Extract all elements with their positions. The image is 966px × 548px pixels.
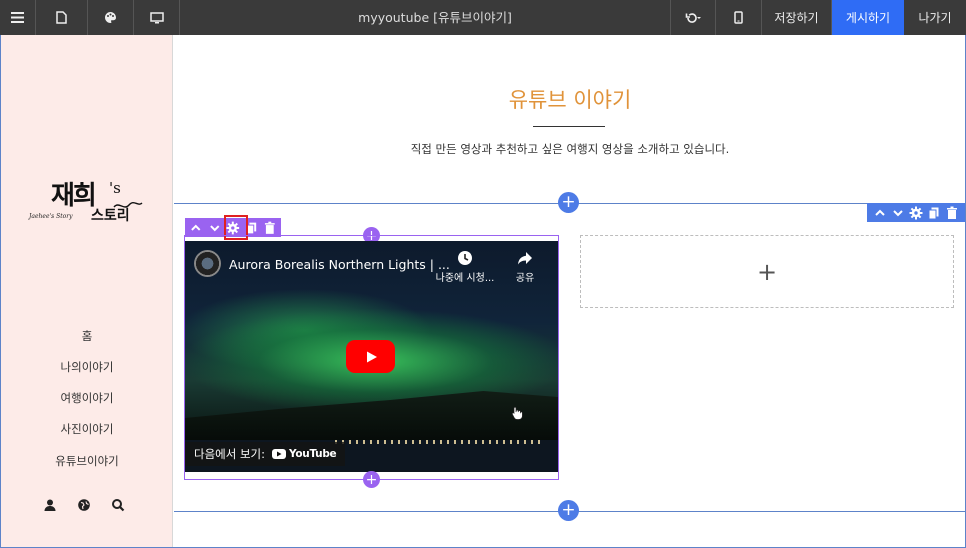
chevron-down-icon[interactable] [890,205,906,221]
desktop-preview-button[interactable] [134,0,180,35]
gear-icon[interactable] [908,205,924,221]
plus-icon: + [561,500,576,520]
plus-icon: + [561,192,576,212]
page-description: 직접 만든 영상과 추천하고 싶은 여행지 영상을 소개하고 있습니다. [410,142,730,156]
user-icon[interactable] [43,498,57,512]
nav-item-travel-story[interactable]: 여행이야기 [1,390,173,406]
share-label: 공유 [515,273,535,284]
watch-on-label: 다음에서 보기: [194,447,266,461]
mobile-preview-button[interactable] [716,0,762,35]
hamburger-icon [11,12,24,23]
hand-cursor-icon [511,406,523,420]
logo-script-text: Jaehee's Story [29,213,73,220]
editor-topbar: myyoutube [유튜브이야기] 저장하기 게시하기 나가기 [0,0,966,35]
youtube-logo: YouTube [272,448,337,460]
play-icon [366,351,377,362]
add-section-button-bottom[interactable]: + [558,500,579,521]
clock-icon [458,251,472,265]
row-toolbar [867,203,965,222]
logo-suffix-text: 's [109,179,121,197]
video-title[interactable]: Aurora Borealis Northern Lights | ... [229,257,450,272]
palette-icon [105,12,116,23]
watch-on-youtube-bar[interactable]: 다음에서 보기: YouTube [185,442,346,466]
page-button[interactable] [36,0,88,35]
youtube-wordmark: YouTube [289,448,337,460]
nav-item-photo-story[interactable]: 사진이야기 [1,421,173,437]
play-button[interactable] [346,340,395,373]
share-icon [518,252,532,265]
chevron-up-icon[interactable] [872,205,888,221]
trash-icon[interactable] [262,220,278,236]
theme-button[interactable] [88,0,134,35]
page-title: 유튜브 이야기 [508,88,632,112]
youtube-video-embed[interactable]: Aurora Borealis Northern Lights | ... 나중… [185,241,558,472]
monitor-icon [149,11,164,23]
undo-icon [685,12,701,23]
add-element-label: + [756,257,778,286]
plus-icon: + [365,471,378,488]
menu-button[interactable] [0,0,36,35]
nav-item-home[interactable]: 홈 [1,328,173,344]
logo-swirl-icon [113,202,143,208]
copy-icon[interactable] [926,205,942,221]
title-divider [533,126,605,127]
globe-icon[interactable] [77,498,91,512]
watch-later-button[interactable]: 나중에 시청... [435,250,495,284]
nav-item-youtube-story[interactable]: 유튜브이야기 [1,453,173,469]
file-icon [56,11,67,24]
chevron-down-icon[interactable] [207,220,223,236]
site-logo[interactable]: 재희 's 스토리 Jaehee's Story [29,175,149,235]
save-button[interactable]: 저장하기 [762,0,832,35]
publish-button[interactable]: 게시하기 [832,0,904,35]
add-section-button-top[interactable]: + [558,192,579,213]
trash-icon[interactable] [944,205,960,221]
video-thumbnail-lights [335,440,545,444]
empty-column-placeholder[interactable]: + [580,235,954,308]
share-button[interactable]: 공유 [495,250,555,284]
chevron-up-icon[interactable] [188,220,204,236]
logo-main-text: 재희 [51,181,97,211]
add-element-button-below[interactable]: + [363,471,380,488]
watch-later-label: 나중에 시청... [435,273,495,284]
site-sidebar: 재희 's 스토리 Jaehee's Story 홈 나의이야기 여행이야기 사… [1,35,173,547]
exit-button[interactable]: 나가기 [904,0,966,35]
youtube-play-icon [272,449,287,459]
channel-avatar[interactable] [194,250,221,277]
site-title: myyoutube [유튜브이야기] [358,10,512,25]
search-icon[interactable] [111,498,125,512]
nav-item-my-story[interactable]: 나의이야기 [1,359,173,375]
undo-button[interactable] [670,0,716,35]
mobile-icon [734,11,743,24]
